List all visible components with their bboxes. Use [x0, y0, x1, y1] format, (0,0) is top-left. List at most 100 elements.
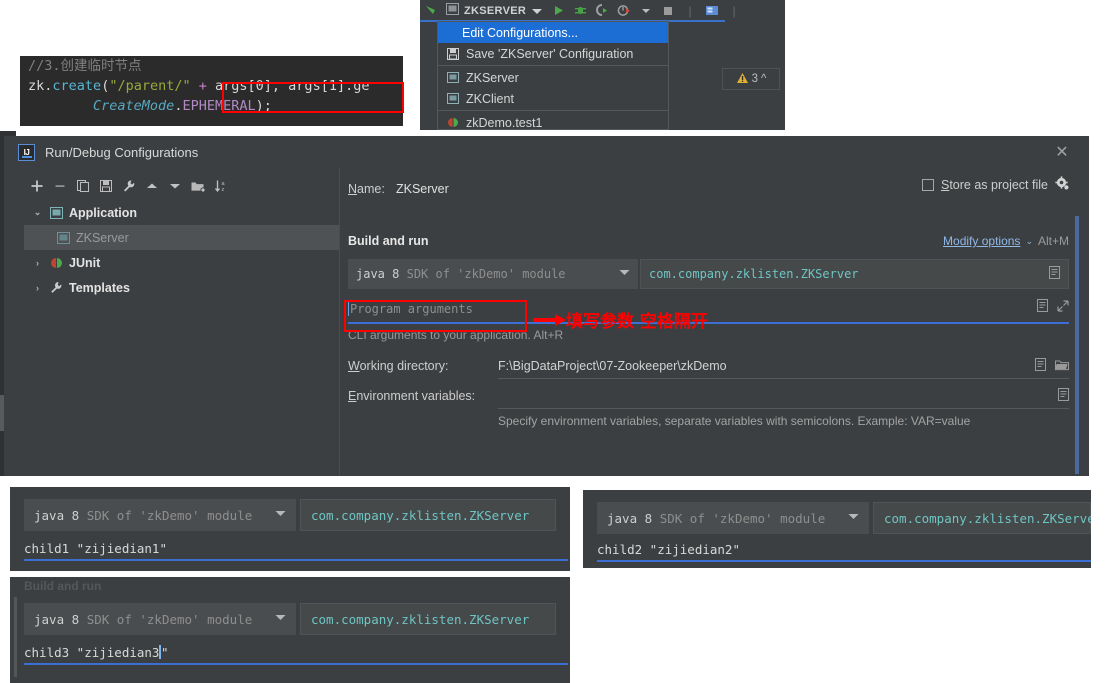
chevron-right-icon[interactable]: › — [32, 283, 43, 293]
sdk-version: java 8 — [34, 611, 80, 627]
configuration-form: Name: ZKServer Store as project file Bui… — [348, 176, 1069, 428]
name-label: Name: — [348, 182, 385, 196]
code-object: zk — [28, 78, 45, 94]
menu-item-label: Edit Configurations... — [462, 25, 579, 40]
toolbar-divider: | — [688, 3, 692, 18]
application-config-icon — [446, 71, 460, 84]
config-panel-child1: java 8 SDK of 'zkDemo' module com.compan… — [10, 487, 570, 571]
run-icon[interactable] — [547, 1, 569, 20]
sdk-description: SDK of 'zkDemo' module — [406, 267, 566, 281]
program-arguments-value: child1 "zijiedian1" — [24, 540, 167, 556]
main-class-input[interactable]: com.company.zklisten.ZKServer — [640, 259, 1069, 289]
insert-macro-icon[interactable] — [1035, 358, 1046, 374]
program-arguments-input[interactable]: child3 "zijiedian3 " — [24, 641, 169, 663]
sdk-selector[interactable]: java 8 SDK of 'zkDemo' module — [24, 499, 296, 531]
move-down-icon[interactable] — [166, 177, 184, 195]
menu-item-zkdemo-test1[interactable]: zkDemo.test1 — [438, 112, 668, 133]
menu-item-zkclient[interactable]: ZKClient — [438, 88, 668, 109]
sdk-description: SDK of 'zkDemo' module — [86, 507, 253, 523]
gear-icon[interactable] — [1055, 176, 1069, 193]
run-configuration-dropdown-menu[interactable]: Edit Configurations... Save 'ZKServer' C… — [437, 21, 669, 130]
copy-configuration-icon[interactable] — [74, 177, 92, 195]
main-class-input[interactable]: com.company.zklisten.ZKServer — [873, 502, 1091, 534]
program-arguments-input[interactable]: child1 "zijiedian1" — [24, 537, 167, 559]
run-with-coverage-icon[interactable] — [591, 1, 613, 20]
tree-node-application[interactable]: ⌄ Application — [24, 200, 339, 225]
name-row: Name: ZKServer Store as project file — [348, 176, 1069, 202]
code-method: create — [52, 78, 102, 94]
environment-variables-underline — [498, 408, 1069, 409]
program-arguments-focus-underline — [24, 663, 568, 665]
chevron-right-icon[interactable]: › — [32, 258, 43, 268]
save-icon — [446, 47, 460, 60]
save-configuration-icon[interactable] — [97, 177, 115, 195]
browse-folder-icon[interactable] — [1055, 359, 1069, 374]
program-arguments-trailing-icons — [1037, 299, 1069, 315]
expand-icon[interactable] — [1057, 299, 1069, 315]
build-and-run-title: Build and run — [348, 234, 429, 248]
debug-icon[interactable] — [569, 1, 591, 20]
chevron-down-icon[interactable]: ⌄ — [32, 207, 43, 218]
dialog-scrollbar[interactable] — [1075, 216, 1079, 474]
insert-macro-icon[interactable] — [1037, 299, 1048, 315]
store-as-project-file-row[interactable]: Store as project file — [921, 176, 1069, 193]
profiler-dropdown-icon[interactable] — [635, 1, 657, 20]
sdk-version: java 8 — [607, 510, 653, 526]
menu-item-save-configuration[interactable]: Save 'ZKServer' Configuration — [438, 43, 668, 64]
panel-left-edge — [14, 597, 17, 677]
config-panel-child3: Build and run java 8 SDK of 'zkDemo' mod… — [10, 577, 570, 683]
sort-configurations-icon[interactable]: az — [212, 177, 230, 195]
main-class-input[interactable]: com.company.zklisten.ZKServer — [300, 603, 556, 635]
toolbar-divider-2: | — [732, 3, 736, 18]
store-as-project-file-checkbox[interactable] — [921, 178, 934, 191]
chevron-down-icon[interactable] — [531, 2, 543, 20]
chevron-down-icon[interactable] — [275, 510, 286, 520]
move-into-new-folder-icon[interactable] — [189, 177, 207, 195]
back-arrow-icon[interactable] — [420, 1, 442, 20]
warning-count: 3 — [751, 73, 758, 85]
intellij-idea-logo-icon: IJ — [18, 143, 35, 161]
working-directory-input[interactable]: F:\BigDataProject\07-Zookeeper\zkDemo — [498, 359, 727, 373]
profiler-icon[interactable] — [613, 1, 635, 20]
main-class-value: com.company.zklisten.ZKServer — [311, 611, 530, 627]
menu-separator-2 — [438, 110, 668, 111]
name-input[interactable]: ZKServer — [396, 182, 449, 196]
junit-icon — [446, 116, 460, 129]
modify-options-link[interactable]: Modify options — [943, 234, 1020, 248]
main-class-value: com.company.zklisten.ZKServer — [311, 507, 530, 523]
chevron-down-icon[interactable]: ⌄ — [1025, 236, 1033, 247]
sdk-and-main-class-row: java 8 SDK of 'zkDemo' module com.compan… — [348, 259, 1069, 289]
application-config-icon — [446, 92, 460, 105]
main-class-input[interactable]: com.company.zklisten.ZKServer — [300, 499, 556, 531]
inspection-warning-badge[interactable]: 3 ^ — [722, 68, 780, 90]
tree-node-templates[interactable]: › Templates — [24, 275, 339, 300]
modify-options-group[interactable]: Modify options ⌄ Alt+M — [943, 234, 1069, 248]
build-and-run-title: Build and run — [24, 579, 102, 593]
sdk-selector[interactable]: java 8 SDK of 'zkDemo' module — [348, 259, 638, 289]
chevron-down-icon[interactable] — [848, 513, 859, 523]
program-arguments-value: child2 "zijiedian2" — [597, 541, 740, 557]
code-string: "/parent/" — [109, 78, 191, 94]
menu-item-edit-configurations[interactable]: Edit Configurations... — [438, 22, 668, 43]
sdk-selector[interactable]: java 8 SDK of 'zkDemo' module — [597, 502, 869, 534]
tree-node-junit[interactable]: › JUnit — [24, 250, 339, 275]
tree-node-zkserver[interactable]: ZKServer — [24, 225, 339, 250]
chevron-up-icon[interactable]: ^ — [761, 73, 766, 85]
run-configuration-selector[interactable]: ZKSERVER — [442, 1, 547, 20]
chevron-down-icon[interactable] — [275, 614, 286, 624]
close-icon[interactable]: ✕ — [1053, 144, 1071, 162]
insert-macro-icon[interactable] — [1049, 266, 1060, 282]
menu-item-label: ZKClient — [466, 91, 514, 106]
sdk-selector[interactable]: java 8 SDK of 'zkDemo' module — [24, 603, 296, 635]
chevron-down-icon[interactable] — [619, 269, 630, 279]
program-arguments-input[interactable]: child2 "zijiedian2" — [597, 538, 740, 560]
stop-icon[interactable] — [657, 1, 679, 20]
insert-macro-icon[interactable] — [1058, 388, 1069, 404]
wrench-icon[interactable] — [120, 177, 138, 195]
remove-icon[interactable] — [51, 177, 69, 195]
move-up-icon[interactable] — [143, 177, 161, 195]
add-icon[interactable] — [28, 177, 46, 195]
menu-item-label: zkDemo.test1 — [466, 115, 543, 130]
menu-item-zkserver[interactable]: ZKServer — [438, 67, 668, 88]
services-icon[interactable] — [701, 1, 723, 20]
